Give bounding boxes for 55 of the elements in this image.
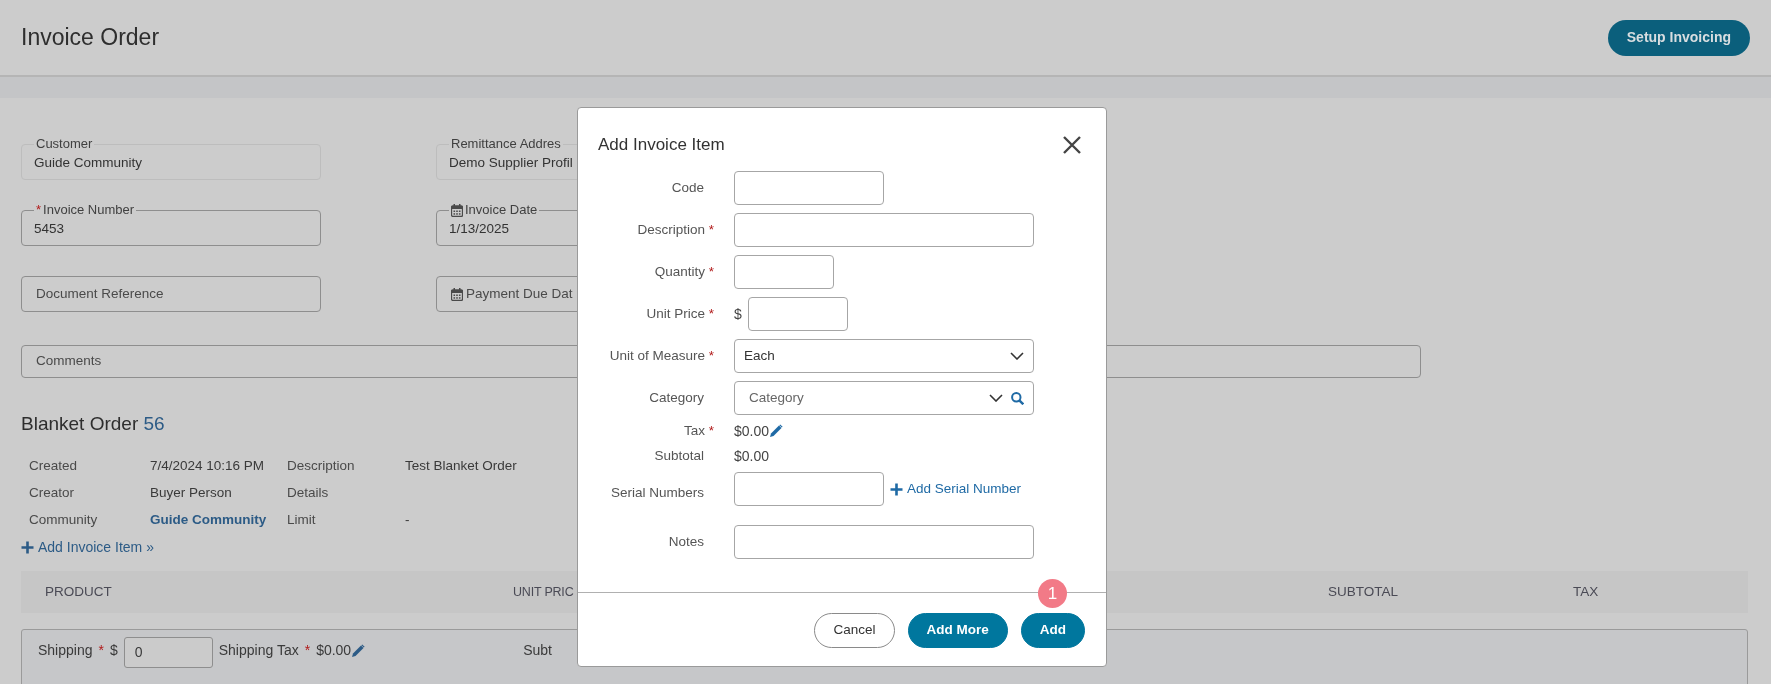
column-header: PRODUCT bbox=[45, 583, 112, 602]
column-header: TAX bbox=[1573, 583, 1599, 602]
currency-sign: $ bbox=[734, 304, 742, 324]
field-label: Customer bbox=[36, 136, 93, 152]
required-mark: * bbox=[708, 263, 714, 279]
field-value: Demo Supplier Profil bbox=[449, 154, 573, 172]
field-label: Quantity bbox=[654, 263, 705, 279]
detail-label: Created bbox=[29, 456, 79, 475]
field-label: Invoice Date bbox=[465, 202, 538, 218]
detail-label: Description bbox=[287, 456, 356, 475]
field-value: 5453 bbox=[34, 220, 65, 238]
shipping-tax-label: Shipping Tax bbox=[218, 641, 299, 661]
subtotal-label: Subt bbox=[523, 641, 552, 661]
required-mark: * bbox=[304, 641, 311, 661]
dialog-title: Add Invoice Item bbox=[598, 134, 725, 156]
shipping-label: Shipping bbox=[38, 641, 93, 661]
field-label: Unit Price bbox=[646, 305, 705, 321]
field-label: Remittance Addres bbox=[451, 136, 561, 152]
field-value: Guide Community bbox=[34, 154, 143, 172]
field-value: $0.00 bbox=[734, 446, 770, 466]
field-label: Invoice Number bbox=[43, 202, 135, 218]
field-label: Notes bbox=[668, 533, 704, 549]
field-label: Code bbox=[671, 179, 704, 195]
detail-label: Details bbox=[287, 484, 330, 503]
required-mark: * bbox=[708, 347, 714, 363]
detail-label: Creator bbox=[29, 484, 75, 503]
required-mark: * bbox=[708, 422, 714, 438]
field-label: Serial Numbers bbox=[610, 484, 704, 500]
required-mark: * bbox=[36, 202, 42, 218]
field-label: Subtotal bbox=[654, 447, 704, 463]
detail-label: Limit bbox=[287, 511, 317, 530]
field-label: Unit of Measure bbox=[609, 347, 705, 363]
field-label: Description bbox=[637, 221, 705, 237]
detail-value: Buyer Person bbox=[150, 484, 233, 503]
field-label: Tax bbox=[683, 422, 705, 438]
required-mark: * bbox=[98, 641, 104, 661]
field-value: 1/13/2025 bbox=[449, 220, 510, 238]
detail-value: - bbox=[405, 511, 411, 530]
field-value: $0.00 bbox=[734, 421, 770, 441]
column-header: UNIT PRIC bbox=[513, 583, 574, 601]
required-mark: * bbox=[708, 221, 714, 237]
column-header: SUBTOTAL bbox=[1328, 583, 1399, 602]
detail-value: 7/4/2024 10:16 PM bbox=[150, 456, 266, 475]
field-label: Comments bbox=[36, 352, 102, 371]
page-title: Invoice Order bbox=[21, 23, 160, 52]
section-title: Blanket Order bbox=[21, 413, 139, 434]
step-badge: 1 bbox=[1038, 579, 1067, 608]
currency-sign: $ bbox=[109, 641, 118, 661]
shipping-tax-value: $0.00 bbox=[316, 641, 352, 661]
field-label: Document Reference bbox=[36, 284, 164, 303]
required-mark: * bbox=[708, 305, 714, 321]
detail-label: Community bbox=[29, 511, 99, 530]
field-label: Payment Due Dat bbox=[466, 284, 573, 303]
detail-value: Test Blanket Order bbox=[405, 456, 518, 475]
field-label: Category bbox=[649, 389, 704, 405]
